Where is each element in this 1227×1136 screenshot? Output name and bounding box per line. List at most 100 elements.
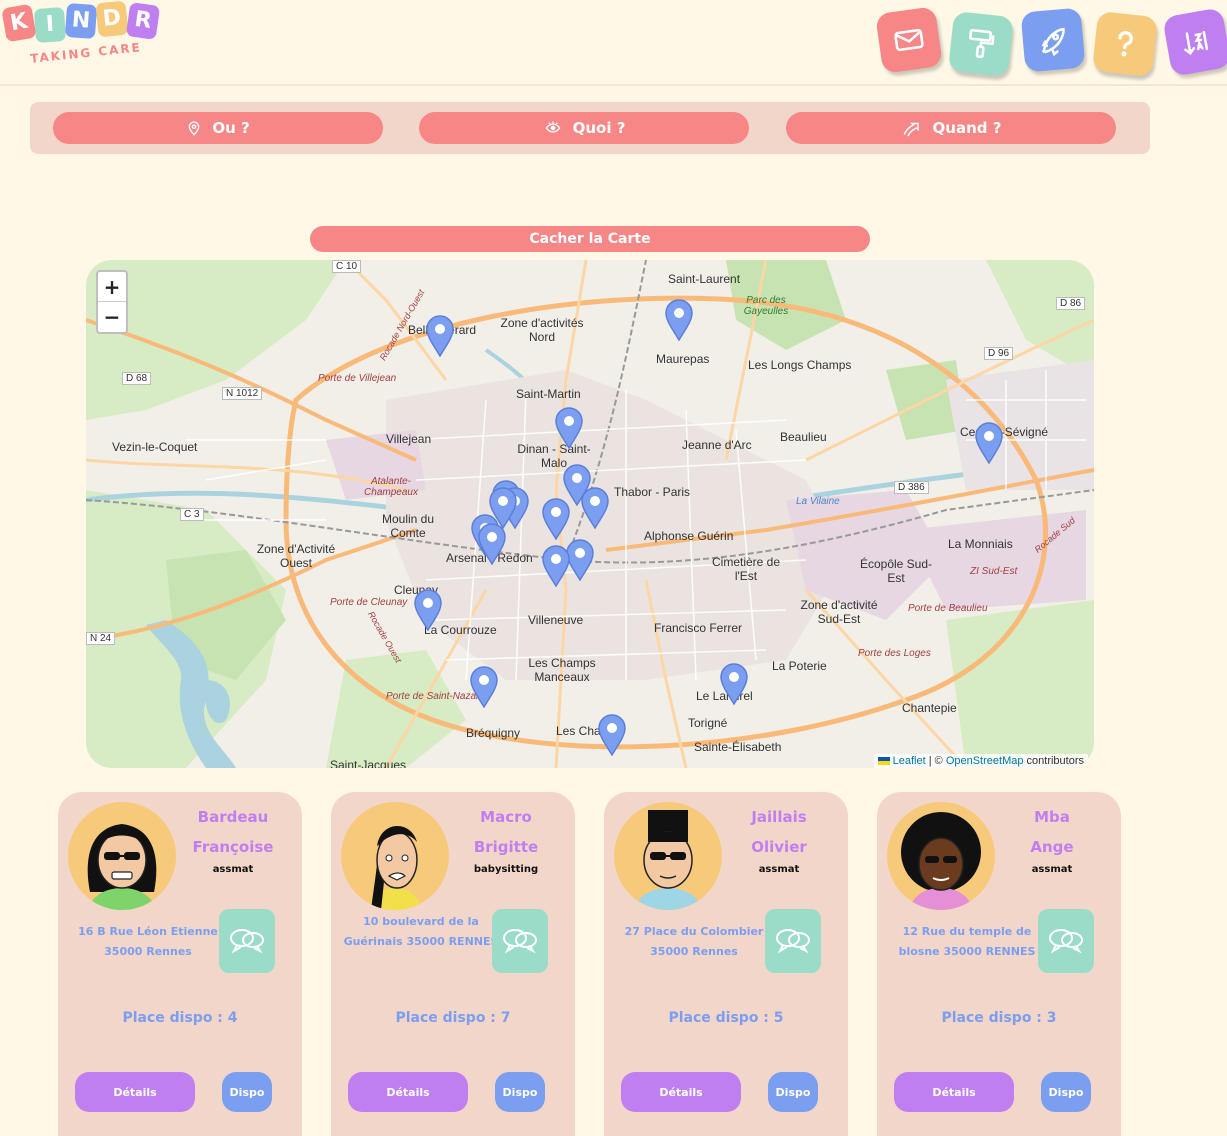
chat-bubbles-icon — [776, 929, 810, 954]
chat-button[interactable] — [765, 909, 821, 973]
map-marker[interactable] — [720, 663, 748, 709]
nanny-first-name: Olivier — [751, 838, 807, 856]
map-marker[interactable] — [581, 487, 609, 533]
nanny-address: 10 boulevard de la Guérinais 35000 RENNE… — [343, 915, 499, 948]
nanny-last-name: Jaillais — [751, 808, 807, 826]
sort-icon — [1184, 30, 1209, 56]
chat-button[interactable] — [492, 909, 548, 973]
details-button[interactable]: Détails — [894, 1072, 1014, 1112]
trend-arrow-icon — [903, 122, 919, 137]
filter-when-button[interactable]: Quand ? — [786, 112, 1116, 144]
zoom-out-button[interactable]: − — [98, 302, 126, 332]
nanny-name: Macro Brigitte — [451, 802, 561, 862]
chat-button[interactable] — [219, 909, 275, 973]
sort-button[interactable] — [1162, 7, 1227, 77]
nanny-card: Jaillais Olivier assmat 27 Place du Colo… — [604, 792, 848, 1136]
chat-bubbles-icon — [230, 929, 264, 954]
dispo-button[interactable]: Dispo — [495, 1072, 545, 1112]
nanny-address: 27 Place du Colombier 35000 Rennes — [624, 925, 764, 958]
avatar-portrait — [901, 812, 981, 910]
nanny-role: assmat — [1031, 864, 1073, 875]
details-button[interactable]: Détails — [75, 1072, 195, 1112]
nanny-name: Jaillais Olivier — [724, 802, 834, 862]
paint-button[interactable] — [948, 11, 1014, 77]
kindr-logo[interactable]: K I N D R TAKING CARE — [1, 0, 164, 76]
nanny-role: babysitting — [473, 864, 539, 875]
map-marker[interactable] — [542, 545, 570, 591]
nanny-first-name: Brigitte — [473, 838, 539, 856]
eye-icon — [545, 121, 561, 133]
logo-tagline: TAKING CARE — [29, 40, 143, 66]
logo-letter: R — [125, 2, 161, 40]
nanny-card: Macro Brigitte babysitting 10 boulevard … — [331, 792, 575, 1136]
nanny-address: 12 Rue du temple de blosne 35000 RENNES — [898, 925, 1036, 958]
location-marker-icon — [414, 589, 442, 632]
ukraine-flag-icon — [877, 757, 890, 766]
details-button[interactable]: Détails — [621, 1072, 741, 1112]
filter-when-label: Quand ? — [932, 119, 1002, 137]
location-marker-icon — [542, 545, 570, 588]
location-marker-icon — [581, 487, 609, 530]
location-marker-icon — [542, 498, 570, 541]
location-marker-icon — [426, 315, 454, 358]
filter-what-label: Quoi ? — [572, 119, 626, 137]
attribution-tail: contributors — [1023, 755, 1084, 767]
chat-bubbles-icon — [503, 929, 537, 954]
envelope-icon — [894, 28, 924, 52]
map-marker[interactable] — [555, 407, 583, 453]
dispo-button[interactable]: Dispo — [768, 1072, 818, 1112]
map-marker[interactable] — [470, 666, 498, 712]
nanny-first-name: Françoise — [192, 838, 274, 856]
attribution-separator: | © — [925, 755, 946, 767]
map-marker[interactable] — [414, 589, 442, 635]
osm-link[interactable]: OpenStreetMap — [946, 755, 1024, 767]
location-marker-icon — [470, 666, 498, 709]
rocket-button[interactable] — [1020, 7, 1086, 73]
avatar — [614, 802, 722, 910]
filter-where-label: Ou ? — [212, 119, 250, 137]
details-button[interactable]: Détails — [348, 1072, 468, 1112]
nanny-last-name: Bardeau — [197, 808, 269, 826]
question-icon — [1118, 31, 1133, 57]
map-marker[interactable] — [542, 498, 570, 544]
envelope-button[interactable] — [875, 6, 943, 74]
nanny-card: Bardeau Françoise assmat 16 B Rue Léon E… — [58, 792, 302, 1136]
nanny-role: assmat — [758, 864, 800, 875]
chat-bubbles-icon — [1049, 929, 1083, 954]
filter-bar: Ou ? Quoi ? Quand ? — [30, 102, 1150, 154]
paint-roller-icon — [969, 29, 995, 59]
nanny-name: Mba Ange — [997, 802, 1107, 862]
avatar — [68, 802, 176, 910]
hide-map-button[interactable]: Cacher la Carte — [310, 226, 870, 252]
location-pin-icon — [188, 121, 200, 136]
dispo-button[interactable]: Dispo — [1041, 1072, 1091, 1112]
filter-what-button[interactable]: Quoi ? — [419, 112, 749, 144]
map-marker[interactable] — [598, 714, 626, 760]
leaflet-link[interactable]: Leaflet — [893, 755, 926, 767]
filter-where-button[interactable]: Ou ? — [53, 112, 383, 144]
map-marker[interactable] — [489, 487, 517, 533]
map-marker[interactable] — [975, 422, 1003, 468]
chat-button[interactable] — [1038, 909, 1094, 973]
nanny-last-name: Macro — [480, 808, 532, 826]
location-marker-icon — [489, 487, 517, 530]
logo-letter: I — [33, 6, 67, 44]
avatar-portrait — [87, 824, 157, 910]
zoom-in-button[interactable]: + — [98, 272, 126, 302]
map-marker[interactable] — [665, 299, 693, 345]
location-marker-icon — [566, 539, 594, 582]
dispo-button[interactable]: Dispo — [222, 1072, 272, 1112]
available-places: Place dispo : 7 — [395, 1010, 511, 1026]
available-places: Place dispo : 4 — [122, 1010, 238, 1026]
header: K I N D R TAKING CARE — [0, 0, 1227, 86]
avatar — [887, 802, 995, 910]
map[interactable]: Saint-Laurent Zone d'activités Nord Maur… — [86, 260, 1094, 768]
zoom-control: + − — [96, 270, 128, 334]
logo-letter: K — [1, 3, 37, 43]
nanny-first-name: Ange — [1030, 838, 1074, 856]
logo-letter: N — [64, 2, 98, 40]
nanny-role: assmat — [212, 864, 254, 875]
help-button[interactable] — [1092, 11, 1158, 77]
map-marker[interactable] — [426, 315, 454, 361]
map-marker[interactable] — [566, 539, 594, 585]
